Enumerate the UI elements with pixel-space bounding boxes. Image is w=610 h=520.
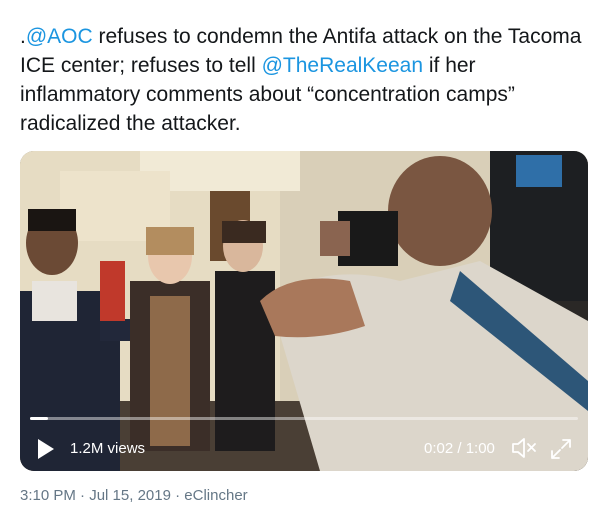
video-progress-track[interactable] — [30, 417, 578, 420]
meta-separator: · — [75, 487, 90, 504]
tweet-meta: 3:10 PM · Jul 15, 2019 · eClincher — [20, 487, 248, 504]
mention-therealkeean-link[interactable]: @TheRealKeean — [262, 54, 423, 77]
video-progress-fill — [30, 417, 49, 420]
video-time: 0:02 / 1:00 — [424, 440, 495, 457]
video-frame — [20, 151, 588, 471]
expand-icon — [551, 439, 571, 459]
mute-button[interactable] — [511, 437, 537, 459]
play-button[interactable] — [36, 438, 56, 460]
tweet-source-link[interactable]: eClincher — [184, 487, 247, 504]
tweet-time[interactable]: 3:10 PM — [20, 487, 76, 504]
mute-icon — [512, 438, 536, 458]
play-icon — [38, 439, 54, 459]
tweet-text: .@AOC refuses to condemn the Antifa atta… — [20, 22, 590, 138]
mention-aoc-link[interactable]: @AOC — [26, 25, 93, 48]
view-count: 1.2M views — [70, 440, 146, 457]
meta-separator: · — [170, 487, 185, 504]
video-player[interactable]: 1.2M views 0:02 / 1:00 — [20, 151, 588, 471]
tweet-date[interactable]: Jul 15, 2019 — [89, 487, 171, 504]
fullscreen-button[interactable] — [550, 438, 572, 460]
